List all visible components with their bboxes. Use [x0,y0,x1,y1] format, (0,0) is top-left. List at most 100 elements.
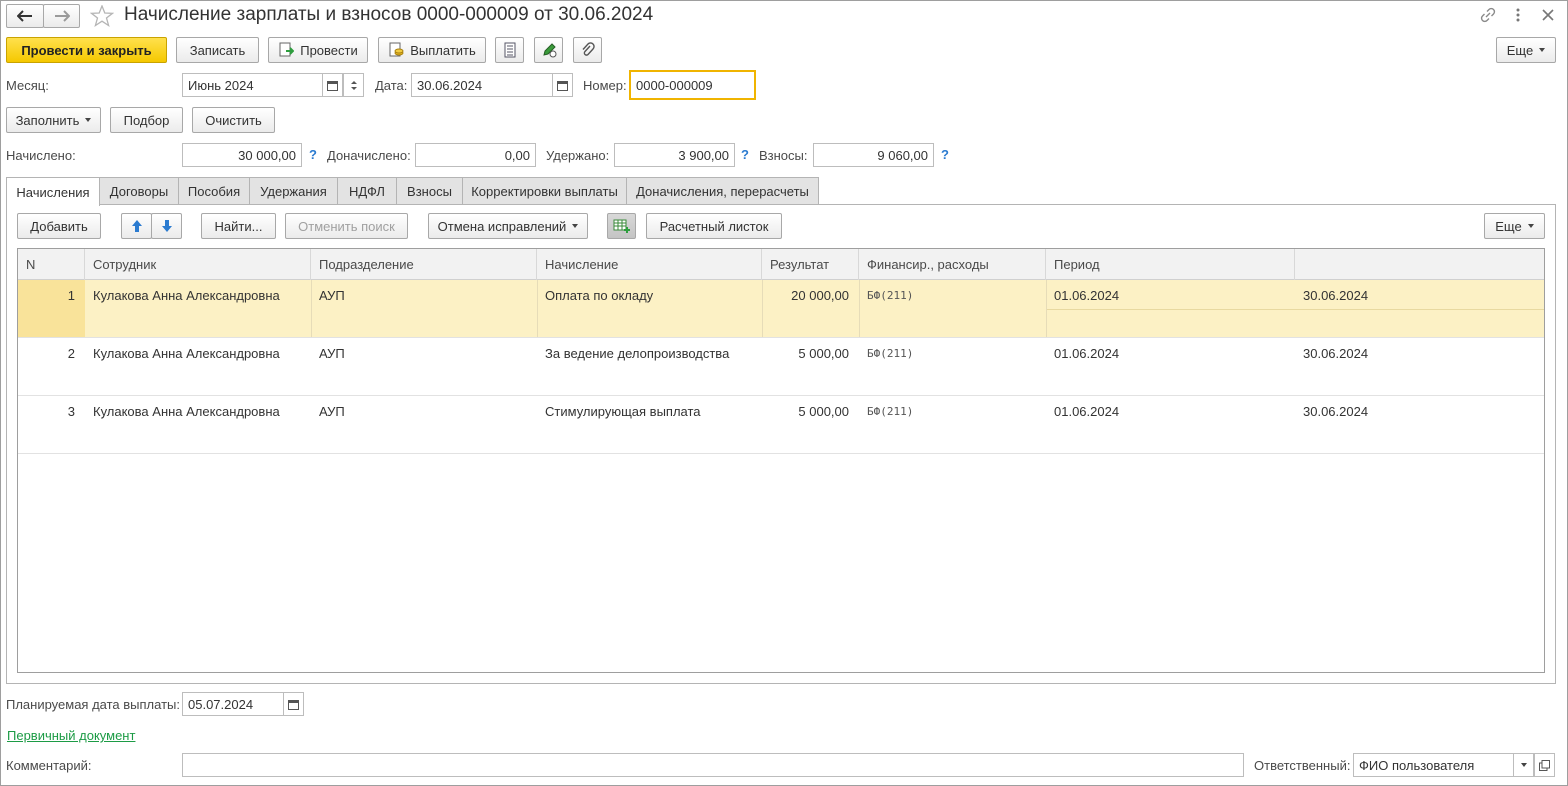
select-button[interactable]: Подбор [110,107,183,133]
save-label: Записать [189,42,246,58]
comment-label: Комментарий: [6,758,92,773]
column-header-n[interactable]: N [18,249,85,280]
primary-document-link[interactable]: Первичный документ [7,728,135,743]
responsible-dropdown-button[interactable] [1513,753,1534,777]
pay-button[interactable]: Выплатить [378,37,486,63]
column-header-employee[interactable]: Сотрудник [85,249,311,280]
column-header-accrual[interactable]: Начисление [537,249,762,280]
column-header-financing[interactable]: Финансир., расходы [859,249,1046,280]
responsible-open-button[interactable] [1534,753,1555,777]
fill-label: Заполнить [15,112,80,128]
tab-payment-adjustments[interactable]: Корректировки выплаты [462,177,627,205]
number-field[interactable]: 0000-000009 [629,70,756,100]
tab-benefits[interactable]: Пособия [178,177,250,205]
cell-employee: Кулакова Анна Александровна [93,346,280,361]
add-row-label: Добавить [30,218,88,234]
table-add-icon [613,219,630,233]
cell-n: 1 [67,288,75,303]
more-button[interactable]: Еще [1496,37,1556,63]
payslip-label: Расчетный листок [659,218,769,234]
month-calendar-button[interactable] [322,73,343,97]
cancel-search-button[interactable]: Отменить поиск [285,213,408,239]
responsible-field[interactable]: ФИО пользователя [1353,753,1514,777]
pencil-icon [542,43,556,58]
kebab-menu-icon[interactable] [1513,7,1523,23]
cell-accrual: За ведение делопроизводства [545,346,730,361]
cancel-fixes-label: Отмена исправлений [437,218,567,234]
column-divider [537,280,538,337]
cell-period-end: 30.06.2024 [1303,346,1369,361]
cell-department: АУП [319,404,345,419]
post-button[interactable]: Провести [268,37,368,63]
table-row[interactable]: 3 Кулакова Анна Александровна АУП Стимул… [18,396,1544,454]
comment-field[interactable] [182,753,1244,777]
cell-result: 20 000,00 [791,288,849,303]
accrued-label: Начислено: [6,148,76,163]
close-icon[interactable] [1541,8,1555,22]
accrued-help-icon[interactable]: ? [309,147,317,162]
column-header-period[interactable]: Период [1046,249,1295,280]
cell-department: АУП [319,346,345,361]
chevron-down-icon [85,118,92,122]
link-icon[interactable] [1480,7,1496,23]
contrib-help-icon[interactable]: ? [941,147,949,162]
forward-button[interactable] [43,4,80,28]
fill-button[interactable]: Заполнить [6,107,101,133]
attach-button[interactable] [573,37,602,63]
post-and-close-button[interactable]: Провести и закрыть [6,37,167,63]
add-row-button[interactable]: Добавить [17,213,101,239]
tab-accruals[interactable]: Начисления [6,177,100,206]
cell-period-start: 01.06.2024 [1054,346,1120,361]
cell-accrual: Стимулирующая выплата [545,404,701,419]
cancel-fixes-button[interactable]: Отмена исправлений [428,213,588,239]
chevron-down-icon [1520,763,1527,767]
paperclip-icon [581,42,595,56]
column-header-department[interactable]: Подразделение [311,249,537,280]
pay-date-field[interactable]: 05.07.2024 [182,692,284,716]
date-calendar-button[interactable] [552,73,573,97]
tab-deductions[interactable]: Удержания [249,177,338,205]
tab-recalculations[interactable]: Доначисления, перерасчеты [626,177,819,205]
table-settings-button[interactable] [607,213,636,239]
arrow-down-icon [161,220,172,232]
column-header-period-end[interactable] [1295,249,1544,280]
arrow-up-icon [131,220,142,232]
month-field[interactable]: Июнь 2024 [182,73,323,97]
table-row[interactable]: 2 Кулакова Анна Александровна АУП За вед… [18,338,1544,396]
date-label: Дата: [375,78,408,93]
move-down-button[interactable] [151,213,182,239]
payslip-button[interactable]: Расчетный листок [646,213,782,239]
cell-n: 3 [67,404,75,419]
pay-label: Выплатить [410,42,476,58]
accruals-table: N Сотрудник Подразделение Начисление Рез… [17,248,1545,673]
clear-label: Очистить [205,112,262,128]
pay-date-calendar-button[interactable] [283,692,304,716]
table-row[interactable]: 1 Кулакова Анна Александровна АУП Оплата… [18,280,1544,338]
pay-icon [389,42,404,57]
withheld-help-icon[interactable]: ? [741,147,749,162]
back-button[interactable] [6,4,44,28]
date-field[interactable]: 30.06.2024 [411,73,553,97]
number-label: Номер: [583,78,627,93]
tab-ndfl[interactable]: НДФЛ [337,177,397,205]
table-more-button[interactable]: Еще [1484,213,1545,239]
find-label: Найти... [214,218,263,234]
clear-button[interactable]: Очистить [192,107,275,133]
star-icon[interactable] [90,5,114,27]
cell-financing: БФ(211) [867,347,914,360]
row-divider [1046,309,1544,310]
month-spinner[interactable] [343,73,364,97]
column-header-result[interactable]: Результат [762,249,859,280]
pay-date-label: Планируемая дата выплаты: [6,697,180,712]
tab-contributions[interactable]: Взносы [396,177,463,205]
post-icon [279,42,295,57]
save-button[interactable]: Записать [176,37,259,63]
calendar-icon [327,80,338,91]
post-label: Провести [300,42,358,58]
tab-contracts[interactable]: Договоры [99,177,179,205]
find-button[interactable]: Найти... [201,213,276,239]
contrib-label: Взносы: [759,148,808,163]
report-button[interactable] [495,37,524,63]
move-up-button[interactable] [121,213,152,239]
edit-history-button[interactable] [534,37,563,63]
